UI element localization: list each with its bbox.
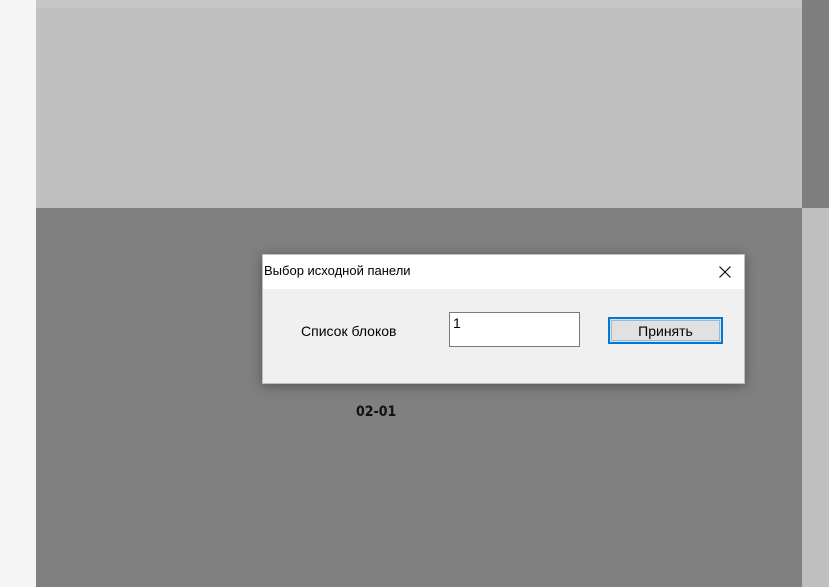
panel-right-top-region: [802, 0, 829, 208]
close-button[interactable]: [712, 259, 738, 285]
dialog-titlebar[interactable]: Выбор исходной панели: [263, 255, 744, 289]
panel-right-bottom-region: [802, 208, 829, 587]
accept-button[interactable]: Принять: [608, 317, 723, 344]
dialog-title: Выбор исходной панели: [264, 263, 411, 278]
panel-top-region: [36, 0, 802, 208]
left-margin-strip: [0, 0, 36, 587]
block-list-input[interactable]: [449, 312, 580, 347]
source-panel-dialog: Выбор исходной панели Список блоков Прин…: [262, 254, 745, 384]
panel-top-edge: [36, 0, 802, 8]
panel-label: 02-01: [356, 404, 397, 420]
block-list-label: Список блоков: [301, 323, 397, 339]
close-icon: [719, 266, 731, 278]
